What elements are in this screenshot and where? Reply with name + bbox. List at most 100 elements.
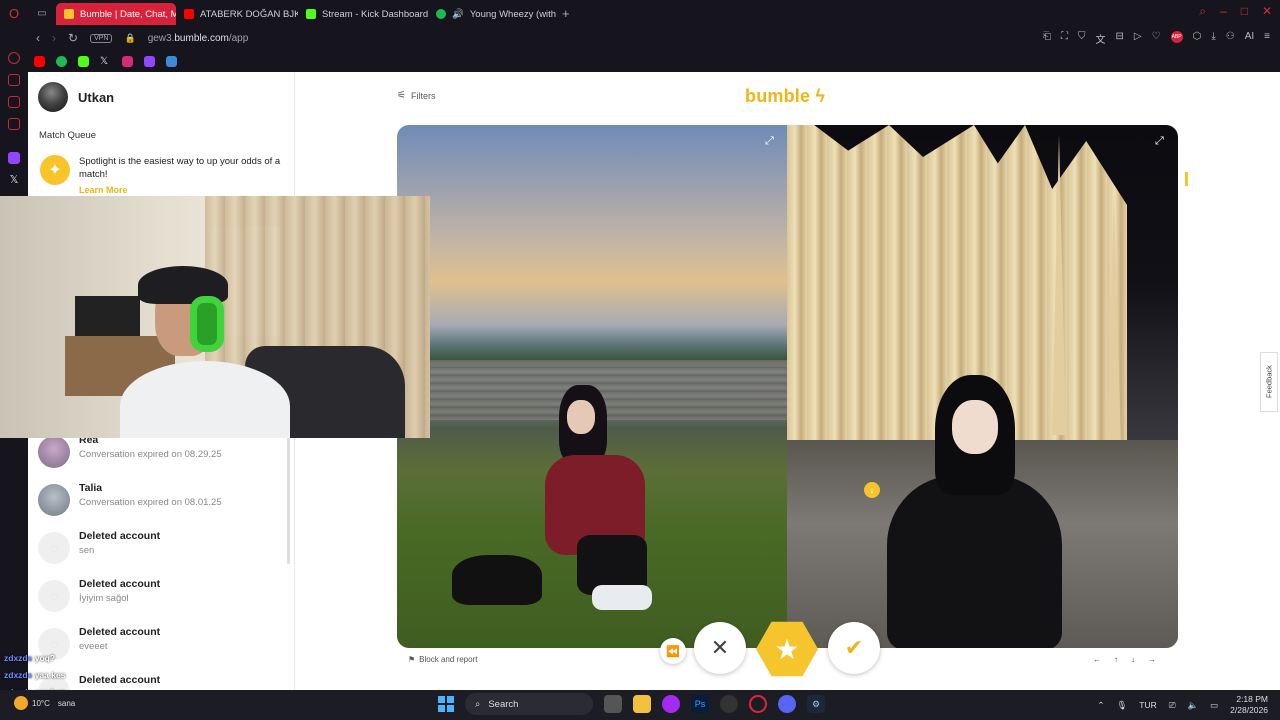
search-tabs-icon[interactable]: ⌕ [1199,4,1206,19]
twitch-bookmark-icon[interactable] [144,55,155,67]
arrow-left-icon: ← [1093,655,1101,664]
person-sitting [537,385,677,615]
language-indicator[interactable]: TUR [1139,700,1156,710]
forward-icon[interactable]: › [52,31,56,45]
profile-header[interactable]: Utkan [38,82,114,112]
feedback-tab[interactable]: Feedback [1260,352,1278,412]
adblock-icon[interactable]: ABP [1170,31,1183,43]
opera-gx-icon[interactable] [662,695,680,713]
list-item[interactable]: ◌ Deleted account İyiyim sağol [38,578,288,618]
list-item[interactable]: Rea Conversation expired on 08.29.25 [38,434,288,474]
tab-youtube[interactable]: ATABERK DOĞAN BJKLI A [176,3,298,25]
file-explorer-icon[interactable] [633,695,651,713]
filters-button[interactable]: ⚟ Filters [397,90,435,101]
workspaces-icon[interactable]: ▭ [28,0,56,26]
youtube-bookmark-icon[interactable] [34,55,45,67]
shield-icon[interactable]: ⛉ [1078,31,1086,46]
taskbar-search[interactable]: ⌕ Search [465,693,593,715]
task-view-icon[interactable] [604,695,622,713]
profile-icon[interactable]: ⚇ [1226,31,1235,46]
backtrack-button[interactable]: ⏪ [660,638,686,664]
discord-icon[interactable] [778,695,796,713]
expand-icon[interactable]: ⤢ [765,135,774,148]
kick-bookmark-icon[interactable] [78,55,89,67]
aria-icon[interactable] [8,52,20,64]
photoshop-icon[interactable]: Ps [691,695,709,713]
close-icon: ✕ [710,635,730,660]
microphone-icon[interactable]: 🎙 [1116,700,1127,711]
rewind-icon: ⏪ [666,645,680,658]
list-item[interactable]: ◌ Deleted account [38,674,288,690]
maximize-icon[interactable]: □ [1241,4,1248,19]
tab-bumble[interactable]: Bumble | Date, Chat, Meet [56,3,176,25]
block-report-label: Block and report [419,655,478,664]
list-item[interactable]: ◌ Deleted account eveeet [38,626,288,666]
mail-icon[interactable] [8,118,20,130]
streamer [120,256,290,438]
messenger-icon[interactable] [8,74,20,86]
list-item[interactable]: Talia Conversation expired on 08.01.25 [38,482,288,522]
clock[interactable]: 2:18 PM 2/28/2026 [1230,694,1268,716]
tab-label: Bumble | Date, Chat, Meet [80,8,176,20]
avatar[interactable] [38,82,68,112]
flow-icon[interactable]: ▷ [1134,31,1142,46]
weather-widget[interactable]: 10°C sana [14,696,75,710]
like-button[interactable]: ✔ [828,622,880,674]
profile-photo-2[interactable]: ⤢ ↓ [787,125,1178,648]
chat-message: zdxzds yoq? [4,650,66,667]
chat-text: yaa kes [34,670,66,680]
ai-button[interactable]: AI [1245,31,1254,46]
screen: { "browser": { "tabs": [ {"label": "Bumb… [0,0,1280,720]
list-item[interactable]: ◌ Deleted account sen [38,530,288,570]
spotlight-icon[interactable]: ✦ [40,155,70,185]
extensions-icon[interactable]: ⬡ [1193,31,1202,46]
block-report-link[interactable]: ⚑ Block and report [408,655,477,664]
flag-icon: ⚑ [408,655,416,664]
profile-card: ⤢ ⤢ ↓ [397,125,1178,648]
bumble-logo[interactable]: bumble ϟ [745,86,825,107]
chevron-up-icon[interactable]: ⌃ [1097,700,1104,711]
snapshot-icon[interactable]: ⛶ [1061,31,1068,46]
volume-icon[interactable]: 🔈 [1188,700,1199,711]
profile-photo-1[interactable]: ⤢ [397,125,787,648]
opera-logo-icon[interactable]: O [0,0,28,26]
windows-taskbar: 10°C sana ⌕ Search Ps ⚙ ⌃ 🎙 TUR ⎚ 🔈 ▭ 2:… [0,690,1280,720]
instagram-bookmark-icon[interactable] [122,55,133,67]
tab-islands-icon[interactable]: ⊟ [1116,31,1124,46]
back-icon[interactable]: ‹ [36,31,40,45]
opera-icon[interactable] [749,695,767,713]
x-bookmark-icon[interactable]: 𝕏 [100,56,111,67]
conversation-name: Deleted account [79,530,161,542]
sun-icon [14,696,28,710]
chat-text: sana [57,698,76,708]
scrollbar[interactable] [287,434,290,564]
battery-icon[interactable]: ▭ [1210,700,1218,711]
reload-icon[interactable]: ↻ [68,31,78,45]
translate-icon[interactable]: 文 [1096,31,1106,46]
network-icon[interactable]: ⎚ [1169,700,1176,711]
expand-icon[interactable]: ⤢ [1155,135,1164,148]
steam-icon[interactable]: ⚙ [807,695,825,713]
heart-icon[interactable]: ♡ [1152,31,1161,46]
app-bookmark-icon[interactable] [166,55,177,67]
windows-start-icon[interactable] [438,696,454,712]
download-icon[interactable]: ⤓ [1211,31,1215,46]
twitch-sidebar-icon[interactable] [8,152,20,164]
pass-button[interactable]: ✕ [694,622,746,674]
close-icon[interactable]: ✕ [1262,4,1272,19]
x-sidebar-icon[interactable]: 𝕏 [8,174,20,186]
player-icon[interactable] [8,96,20,108]
menu-icon[interactable]: ≡ [1264,31,1270,46]
face [567,400,595,434]
vpn-badge[interactable]: VPN [90,33,113,43]
obs-icon[interactable] [720,695,738,713]
spotify-bookmark-icon[interactable] [56,55,67,67]
new-tab-button[interactable]: + [562,6,570,21]
learn-more-link[interactable]: Learn More [79,185,128,195]
tab-kick[interactable]: Stream - Kick Dashboard [298,3,428,25]
bookmark-icon[interactable]: ⎗ [1043,31,1051,46]
url-field[interactable]: gew3.bumble.com/app [148,33,249,44]
scroll-down-icon[interactable]: ↓ [864,482,880,498]
minimize-icon[interactable]: – [1220,4,1227,19]
tab-spotify[interactable]: 🔊 Young Wheezy (with G [428,3,556,25]
